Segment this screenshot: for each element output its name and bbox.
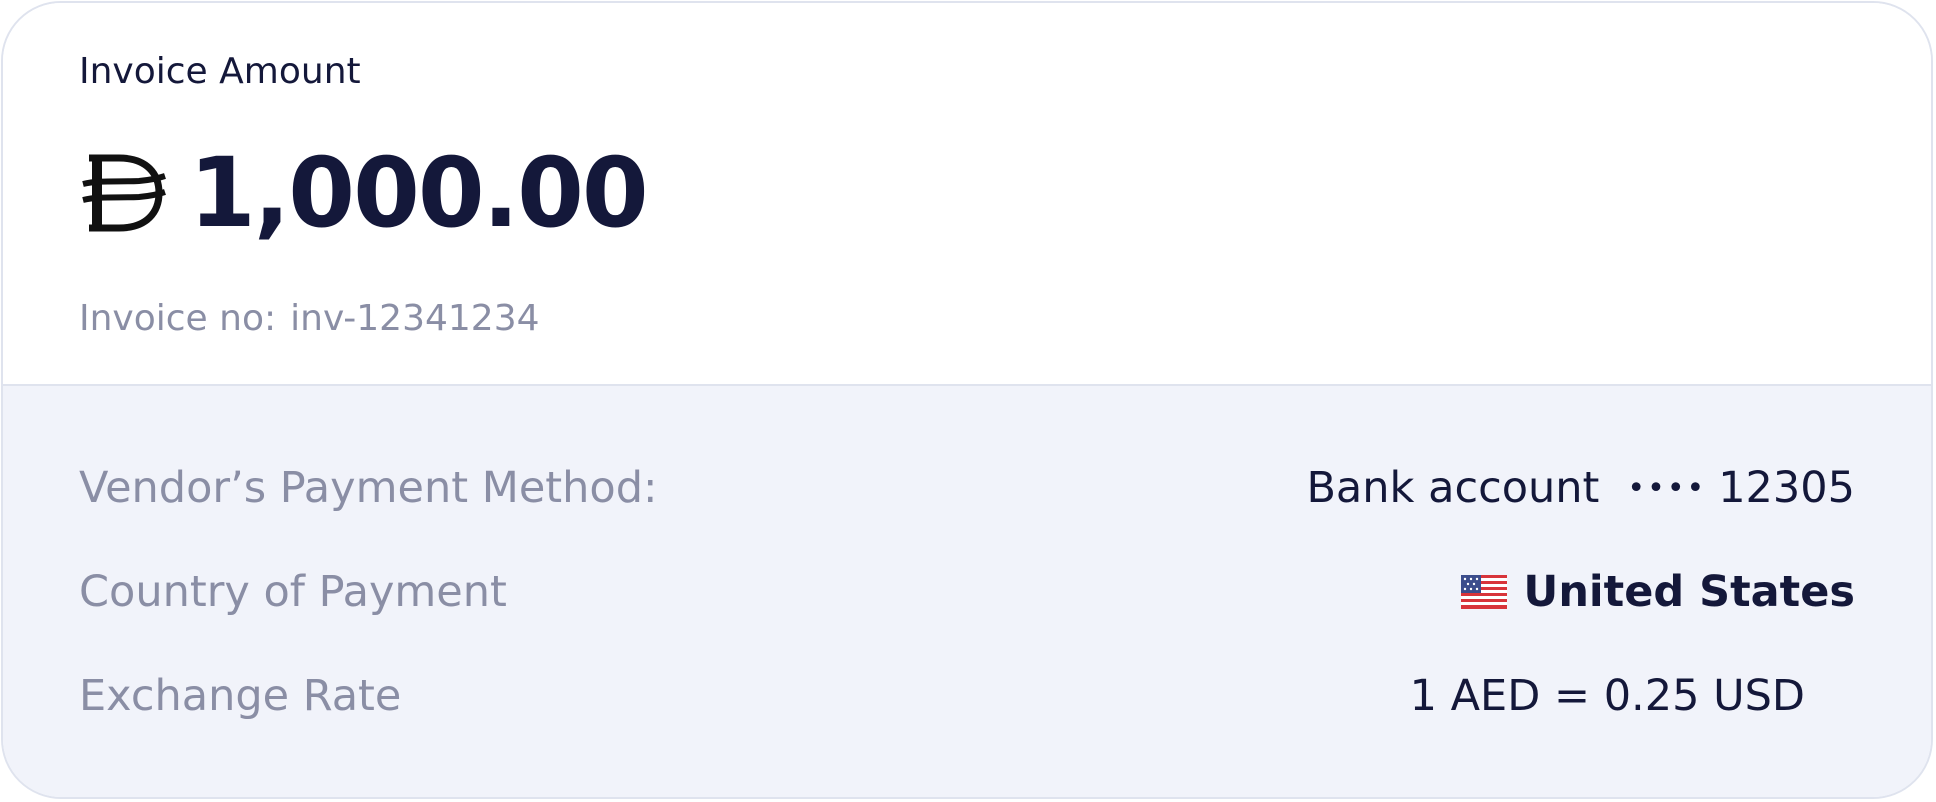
country-name: United States (1523, 567, 1855, 617)
payment-method-label: Vendor’s Payment Method: (79, 463, 658, 513)
invoice-number-label: Invoice no: (79, 298, 277, 339)
invoice-amount-label: Invoice Amount (79, 51, 361, 92)
masked-account-dots: •••• (1627, 470, 1707, 506)
invoice-number: Invoice no: inv-12341234 (79, 295, 540, 343)
country-row: Country of Payment United States (79, 562, 1855, 622)
dirham-currency-icon (82, 154, 166, 232)
invoice-summary: Invoice Amount 1,000.00 Invoice no: inv-1… (3, 3, 1931, 384)
invoice-number-value: inv-12341234 (290, 298, 540, 339)
exchange-rate-value: 1 AED = 0.25 USD (1409, 671, 1805, 721)
us-flag-icon (1461, 575, 1508, 609)
account-last-digits: 12305 (1718, 463, 1855, 513)
payment-method-row: Vendor’s Payment Method: Bank account ••… (79, 458, 1855, 518)
invoice-card: Invoice Amount 1,000.00 Invoice no: inv-1… (1, 1, 1933, 799)
exchange-rate-label: Exchange Rate (79, 671, 402, 721)
invoice-amount-row: 1,000.00 (79, 137, 649, 249)
payment-method-value: Bank account •••• 12305 (1306, 463, 1855, 513)
payment-details-panel: Vendor’s Payment Method: Bank account ••… (3, 386, 1931, 797)
invoice-amount-value: 1,000.00 (189, 137, 649, 249)
payment-method-type: Bank account (1306, 463, 1600, 513)
country-label: Country of Payment (79, 567, 507, 617)
exchange-rate-row: Exchange Rate 1 AED = 0.25 USD (79, 666, 1855, 726)
country-value: United States (1461, 567, 1855, 617)
